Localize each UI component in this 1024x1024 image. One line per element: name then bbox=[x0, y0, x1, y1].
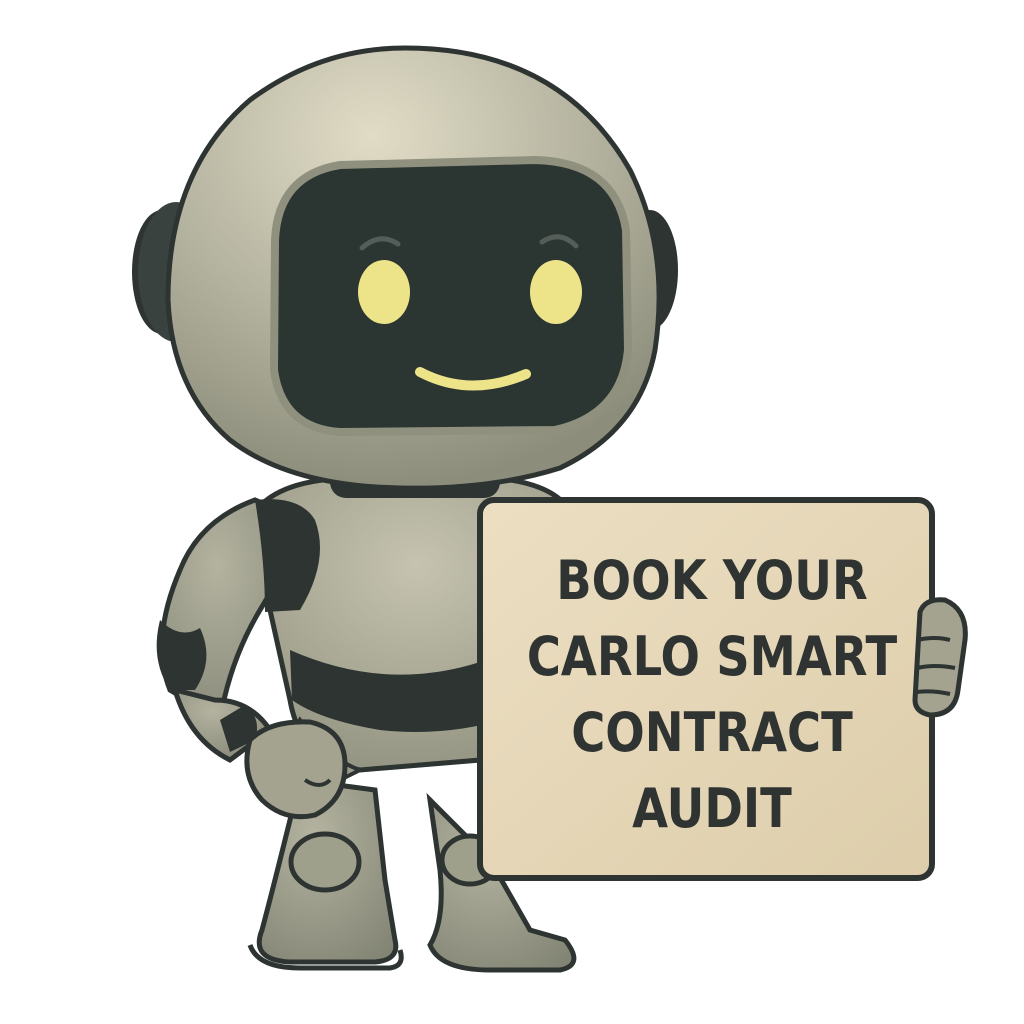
right-hand bbox=[912, 597, 968, 718]
right-eye-icon bbox=[530, 260, 582, 324]
robot-head bbox=[132, 45, 678, 491]
sign-line-1: BOOK YOUR bbox=[556, 549, 868, 612]
left-eye-icon bbox=[358, 260, 410, 324]
mascot-scene: BOOK YOUR CARLO SMART CONTRACT AUDIT bbox=[0, 0, 1024, 1024]
robot-mascot-illustration bbox=[132, 45, 968, 973]
sign-line-2: CARLO SMART bbox=[526, 625, 898, 688]
sign-line-4: AUDIT bbox=[632, 777, 792, 840]
sign-text: BOOK YOUR CARLO SMART CONTRACT AUDIT bbox=[519, 530, 904, 860]
sign-line-3: CONTRACT bbox=[571, 701, 853, 764]
